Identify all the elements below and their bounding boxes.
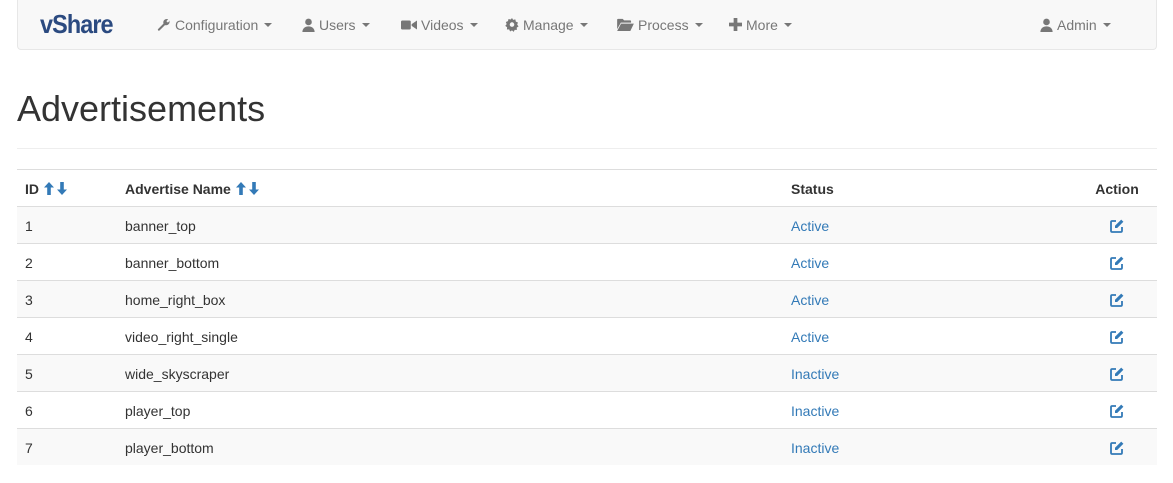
nav-users[interactable]: Users <box>302 0 370 49</box>
sort-ascending-icon[interactable] <box>44 182 54 195</box>
row-id: 5 <box>25 365 33 382</box>
header-id-label: ID <box>25 180 39 197</box>
gear-icon <box>505 17 519 32</box>
row-name: banner_bottom <box>125 254 220 271</box>
status-toggle-link[interactable]: Active <box>791 329 829 345</box>
sort-descending-icon[interactable] <box>57 182 67 195</box>
nav-more[interactable]: More <box>729 0 792 49</box>
nav-manage-label: Manage <box>523 16 574 33</box>
status-toggle-link[interactable]: Inactive <box>791 366 839 382</box>
nav-videos-label: Videos <box>421 16 464 33</box>
status-toggle-link[interactable]: Active <box>791 292 829 308</box>
page-title: Advertisements <box>17 88 266 129</box>
row-action <box>1085 429 1149 466</box>
row-id: 4 <box>25 328 33 345</box>
row-action <box>1085 244 1149 281</box>
row-action <box>1085 355 1149 392</box>
chevron-down-icon <box>783 22 792 27</box>
edit-icon[interactable] <box>1110 293 1124 307</box>
row-status: Active <box>791 281 829 318</box>
table-row: 1 banner_top Active <box>17 206 1157 243</box>
edit-icon[interactable] <box>1110 367 1124 381</box>
nav-process-label: Process <box>638 16 689 33</box>
nav-users-label: Users <box>319 16 356 33</box>
row-id: 7 <box>25 439 33 456</box>
row-action <box>1085 281 1149 318</box>
row-status: Active <box>791 244 829 281</box>
nav-admin-label: Admin <box>1057 16 1097 33</box>
chevron-down-icon <box>1102 22 1111 27</box>
status-toggle-link[interactable]: Active <box>791 218 829 234</box>
user-icon <box>302 18 315 32</box>
sort-ascending-icon[interactable] <box>235 182 246 195</box>
nav-manage[interactable]: Manage <box>505 0 588 49</box>
video-camera-icon <box>401 20 417 29</box>
folder-open-icon <box>617 18 634 31</box>
nav-configuration[interactable]: Configuration <box>157 0 273 49</box>
row-id: 3 <box>25 291 33 308</box>
user-icon <box>1040 18 1053 32</box>
row-status: Inactive <box>791 392 839 429</box>
edit-icon[interactable] <box>1110 441 1124 455</box>
header-action: Action <box>1095 180 1139 197</box>
table-row: 5 wide_skyscraper Inactive <box>17 354 1157 391</box>
nav-more-label: More <box>746 16 778 33</box>
name-sort-controls <box>235 182 259 195</box>
title-divider <box>17 148 1157 149</box>
nav-configuration-label: Configuration <box>175 16 259 33</box>
table-row: 6 player_top Inactive <box>17 391 1157 428</box>
row-id: 1 <box>25 217 33 234</box>
table-row: 2 banner_bottom Active <box>17 243 1157 280</box>
row-name: player_bottom <box>125 439 214 456</box>
row-action <box>1085 318 1149 355</box>
row-name: video_right_single <box>125 328 238 345</box>
chevron-down-icon <box>469 22 478 27</box>
row-name: banner_top <box>125 217 196 234</box>
nav-videos[interactable]: Videos <box>401 0 478 49</box>
status-toggle-link[interactable]: Inactive <box>791 403 839 419</box>
row-name: player_top <box>125 402 191 419</box>
header-id: ID <box>25 170 67 207</box>
table-row: 3 home_right_box Active <box>17 280 1157 317</box>
table-header-row: ID Advertise Name Status Action <box>17 169 1157 206</box>
row-id: 6 <box>25 402 33 419</box>
row-id: 2 <box>25 254 33 271</box>
status-toggle-link[interactable]: Inactive <box>791 440 839 456</box>
edit-icon[interactable] <box>1110 330 1124 344</box>
row-status: Active <box>791 207 829 244</box>
row-name: home_right_box <box>125 291 226 308</box>
row-action <box>1085 207 1149 244</box>
row-status: Inactive <box>791 429 839 466</box>
chevron-down-icon <box>694 22 703 27</box>
chevron-down-icon <box>264 22 273 27</box>
header-name-label: Advertise Name <box>125 180 231 197</box>
row-action <box>1085 392 1149 429</box>
header-status: Status <box>791 180 834 197</box>
edit-icon[interactable] <box>1110 256 1124 270</box>
chevron-down-icon <box>579 22 588 27</box>
status-toggle-link[interactable]: Active <box>791 255 829 271</box>
brand-logo[interactable]: vShare <box>40 9 114 40</box>
row-name: wide_skyscraper <box>125 365 230 382</box>
header-advertise-name: Advertise Name <box>125 170 259 207</box>
id-sort-controls <box>44 182 67 195</box>
chevron-down-icon <box>361 22 370 27</box>
sort-descending-icon[interactable] <box>248 182 259 195</box>
nav-process[interactable]: Process <box>617 0 703 49</box>
plus-icon <box>729 18 742 31</box>
row-status: Active <box>791 318 829 355</box>
top-navbar: vShare Configuration Users Videos Manage <box>17 0 1157 50</box>
table-row: 4 video_right_single Active <box>17 317 1157 354</box>
table-row: 7 player_bottom Inactive <box>17 428 1157 465</box>
edit-icon[interactable] <box>1110 404 1124 418</box>
wrench-icon <box>157 18 170 31</box>
nav-admin-user[interactable]: Admin <box>1040 0 1111 49</box>
edit-icon[interactable] <box>1110 219 1124 233</box>
row-status: Inactive <box>791 355 839 392</box>
